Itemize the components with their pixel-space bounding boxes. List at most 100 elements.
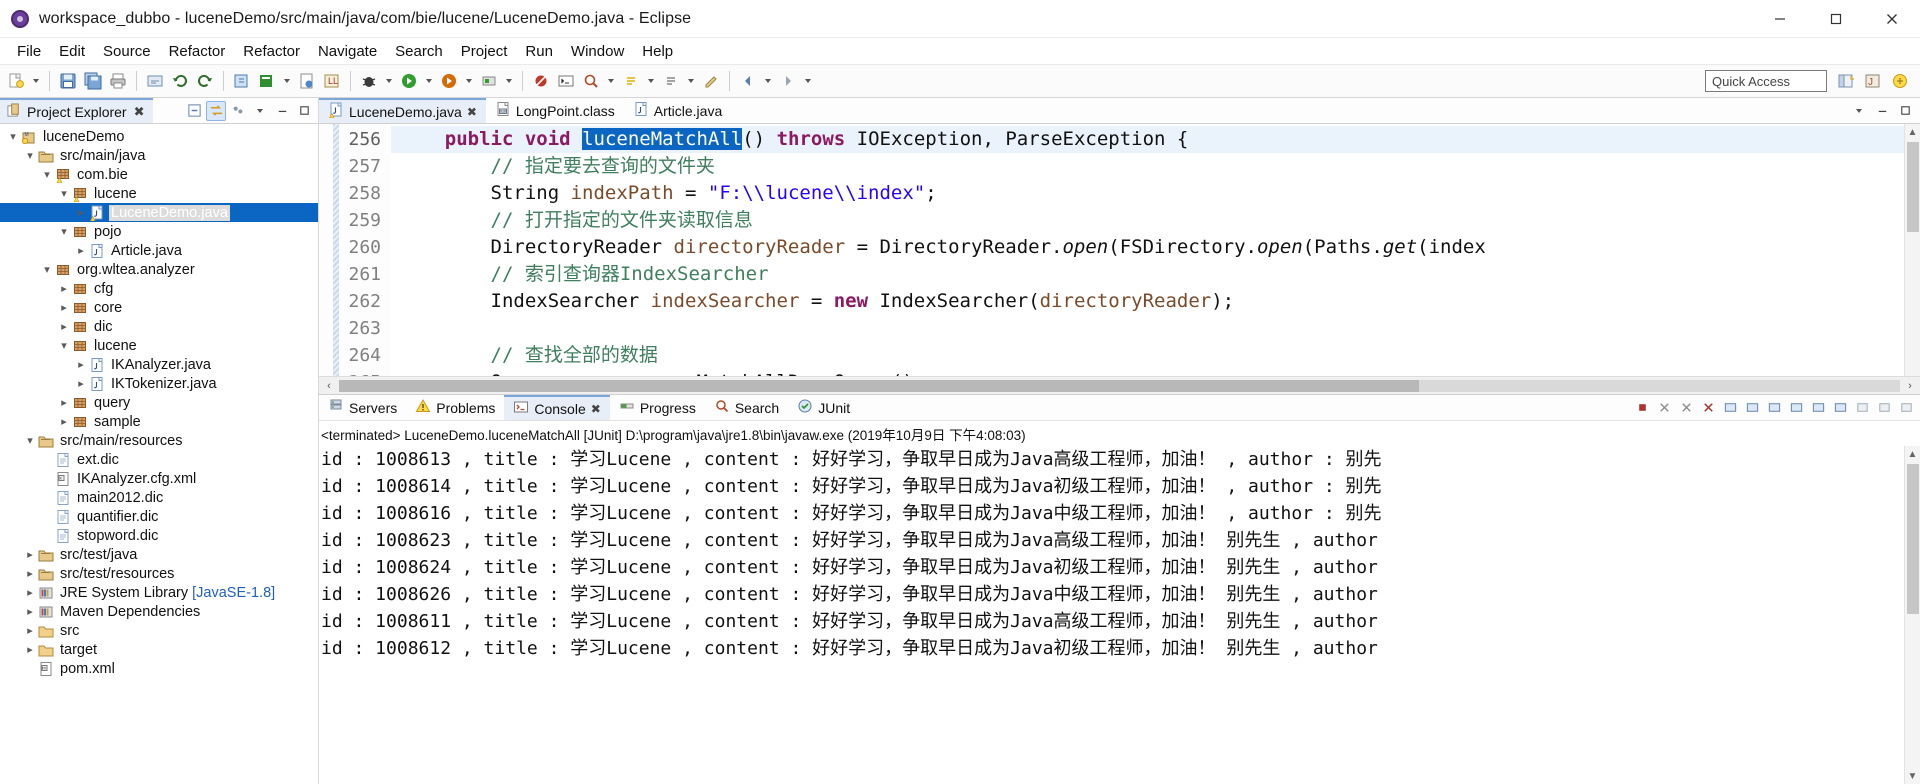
tree-item-org-wltea-analyzer[interactable]: ▾ org.wltea.analyzer xyxy=(0,260,318,279)
view-menu-icon[interactable] xyxy=(228,101,248,121)
clear-console-icon[interactable] xyxy=(1698,398,1718,418)
back-dropdown-icon[interactable] xyxy=(761,69,775,93)
new-class-icon[interactable] xyxy=(295,69,319,93)
editor-vertical-scrollbar[interactable]: ▲ ▼ xyxy=(1904,124,1920,394)
editor-horizontal-scrollbar[interactable]: ‹ › xyxy=(319,376,1920,394)
previous-annotation-dropdown-icon[interactable] xyxy=(684,69,698,93)
code-line[interactable]: DirectoryReader directoryReader = Direct… xyxy=(391,234,1904,261)
next-annotation-dropdown-icon[interactable] xyxy=(644,69,658,93)
new-wizard-dropdown-icon[interactable] xyxy=(29,69,43,93)
hscroll-right-icon[interactable]: › xyxy=(1900,380,1920,392)
menu-help[interactable]: Help xyxy=(633,41,682,62)
forward-dropdown-icon[interactable] xyxy=(801,69,815,93)
chevron-right-icon[interactable]: ▸ xyxy=(23,643,37,656)
menu-file[interactable]: File xyxy=(8,41,50,62)
tree-item-sample[interactable]: ▸ sample xyxy=(0,412,318,431)
chevron-down-icon[interactable]: ▾ xyxy=(40,168,54,181)
remove-launch-icon[interactable] xyxy=(1654,398,1674,418)
external-tools-dropdown-icon[interactable] xyxy=(502,69,516,93)
chevron-down-icon[interactable]: ▾ xyxy=(57,339,71,352)
previous-annotation-icon[interactable] xyxy=(659,69,683,93)
console-tab-junit[interactable]: JUnit xyxy=(788,395,859,420)
java-ee-perspective-icon[interactable] xyxy=(1888,69,1912,93)
tree-item-src[interactable]: ▸ src xyxy=(0,621,318,640)
new-package-dropdown-icon[interactable] xyxy=(280,69,294,93)
code-line[interactable]: String indexPath = "F:\\lucene\\index"; xyxy=(391,180,1904,207)
minimize-button[interactable] xyxy=(1752,0,1808,38)
open-console-icon[interactable] xyxy=(1830,398,1850,418)
chevron-down-icon[interactable]: ▾ xyxy=(40,263,54,276)
open-type-icon[interactable]: LL xyxy=(320,69,344,93)
new-wizard-icon[interactable] xyxy=(4,69,28,93)
maximize-button[interactable] xyxy=(1808,0,1864,38)
tab-project-explorer[interactable]: Project Explorer ✖ xyxy=(0,98,153,123)
terminal-icon[interactable] xyxy=(554,69,578,93)
last-edit-location-icon[interactable] xyxy=(699,69,723,93)
minimize-icon[interactable] xyxy=(1874,398,1894,418)
scroll-down-icon[interactable]: ▼ xyxy=(1908,768,1918,784)
menu-search[interactable]: Search xyxy=(386,41,452,62)
tree-item-src-test-resources[interactable]: ▸ src/test/resources xyxy=(0,564,318,583)
tree-item-dic[interactable]: ▸ dic xyxy=(0,317,318,336)
link-with-editor-icon[interactable] xyxy=(206,100,226,121)
chevron-down-icon[interactable]: ▾ xyxy=(57,225,71,238)
menu-source[interactable]: Source xyxy=(94,41,160,62)
console-tab-progress[interactable]: Progress xyxy=(610,395,705,420)
code-line[interactable]: // 索引查询器IndexSearcher xyxy=(391,261,1904,288)
close-icon[interactable]: ✖ xyxy=(591,402,601,416)
tree-item-pojo[interactable]: ▾ pojo xyxy=(0,222,318,241)
editor-tab-longpoint-class[interactable]: 010 LongPoint.class xyxy=(486,98,624,123)
chevron-right-icon[interactable]: ▸ xyxy=(74,206,88,219)
close-button[interactable] xyxy=(1864,0,1920,38)
menu-navigate[interactable]: Navigate xyxy=(309,41,386,62)
tree-item-main2012-dic[interactable]: main2012.dic xyxy=(0,488,318,507)
scroll-lock-icon[interactable] xyxy=(1720,398,1740,418)
tree-item-quantifier-dic[interactable]: quantifier.dic xyxy=(0,507,318,526)
chevron-right-icon[interactable]: ▸ xyxy=(57,301,71,314)
tree-item-iktokenizer-java[interactable]: ▸ IKTokenizer.java xyxy=(0,374,318,393)
console-tab-problems[interactable]: Problems xyxy=(406,395,504,420)
tree-item-ikanalyzer-java[interactable]: ▸ IKAnalyzer.java xyxy=(0,355,318,374)
new-java-project-icon[interactable] xyxy=(230,69,254,93)
menu-window[interactable]: Window xyxy=(562,41,633,62)
close-icon[interactable]: ✖ xyxy=(134,104,145,120)
chevron-right-icon[interactable]: ▸ xyxy=(74,358,88,371)
menu-run[interactable]: Run xyxy=(516,41,562,62)
menu-project[interactable]: Project xyxy=(452,41,517,62)
editor-vscroll-thumb[interactable] xyxy=(1906,142,1919,232)
menu-refactor-2[interactable]: Refactor xyxy=(234,41,309,62)
chevron-right-icon[interactable]: ▸ xyxy=(57,282,71,295)
back-icon[interactable] xyxy=(736,69,760,93)
tree-item-lucenedemo-java[interactable]: ▸ LuceneDemo.java xyxy=(0,203,318,222)
display-selected-console-icon[interactable] xyxy=(1808,398,1828,418)
console-output[interactable]: id : 1008613 , title : 学习Lucene , conten… xyxy=(319,446,1904,784)
redo-icon[interactable] xyxy=(193,69,217,93)
save-icon[interactable] xyxy=(56,69,80,93)
chevron-right-icon[interactable]: ▸ xyxy=(74,377,88,390)
editor-tab-lucenedemo-java[interactable]: LuceneDemo.java ✖ xyxy=(319,98,486,123)
undo-icon[interactable] xyxy=(168,69,192,93)
tree-item-article-java[interactable]: ▸ Article.java xyxy=(0,241,318,260)
tree-item-jre-system-library[interactable]: ▸ JRE System Library [JavaSE-1.8] xyxy=(0,583,318,602)
project-tree[interactable]: ▾ MluceneDemo ▾ src/main/java ▾ com.bie ▾ lucen… xyxy=(0,124,318,784)
external-tools-icon[interactable] xyxy=(477,69,501,93)
run-icon[interactable] xyxy=(397,69,421,93)
tree-item-stopword-dic[interactable]: stopword.dic xyxy=(0,526,318,545)
tree-item-ext-dic[interactable]: ext.dic xyxy=(0,450,318,469)
print-icon[interactable] xyxy=(106,69,130,93)
search-icon[interactable] xyxy=(579,69,603,93)
collapse-all-icon[interactable] xyxy=(184,101,204,121)
tree-item-query[interactable]: ▸ query xyxy=(0,393,318,412)
maximize-editor-icon[interactable] xyxy=(1895,101,1915,121)
coverage-icon[interactable] xyxy=(437,69,461,93)
chevron-right-icon[interactable]: ▸ xyxy=(23,586,37,599)
tree-item-maven-dependencies[interactable]: ▸ Maven Dependencies xyxy=(0,602,318,621)
maximize-view-icon[interactable] xyxy=(294,101,314,121)
view-menu-icon[interactable] xyxy=(1852,398,1872,418)
console-vscroll-thumb[interactable] xyxy=(1906,464,1919,614)
hscroll-track[interactable] xyxy=(339,379,1900,392)
build-all-icon[interactable] xyxy=(143,69,167,93)
tree-item-cfg[interactable]: ▸ cfg xyxy=(0,279,318,298)
save-all-icon[interactable] xyxy=(81,69,105,93)
editor-marker-bar[interactable] xyxy=(319,124,333,394)
